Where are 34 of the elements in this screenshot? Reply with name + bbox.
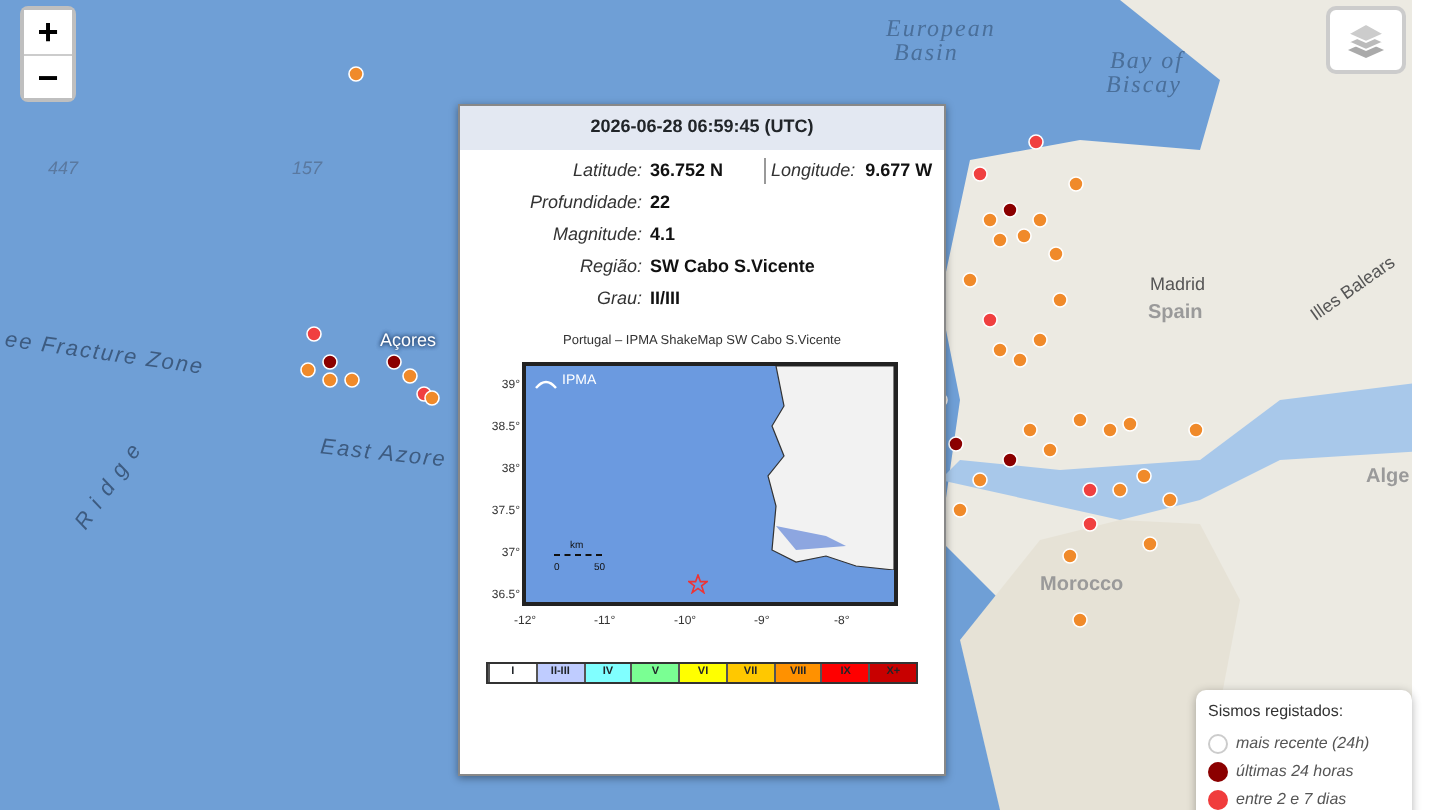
zoom-out-button[interactable]: − <box>24 54 72 98</box>
legend-title: Sismos registados: <box>1208 700 1346 724</box>
map-label: Biscay <box>1106 72 1182 96</box>
field-label: Latitude: <box>570 157 644 184</box>
map-label: Alge <box>1366 468 1410 488</box>
field-value: 9.677 W <box>865 157 933 184</box>
field-value: II/III <box>650 285 681 312</box>
popup-title: 2026-06-28 06:59:45 (UTC) <box>460 106 944 149</box>
map-label: Açores <box>380 332 437 350</box>
field-value: 36.752 N <box>650 157 724 184</box>
legend-label: mais recente (24h) <box>1236 732 1370 756</box>
map-label: European <box>886 16 996 40</box>
legend-label: últimas 24 horas <box>1236 760 1354 784</box>
field-label: Grau: <box>594 285 644 312</box>
map-label: East Azore <box>319 437 448 473</box>
map-label: ee Fracture Zone <box>3 330 206 380</box>
wave-logo-icon <box>534 377 558 389</box>
epicenter-star-icon <box>688 574 708 595</box>
map-label: Madrid <box>1150 276 1206 294</box>
map-label: Morocco <box>1040 576 1124 596</box>
field-value: 22 <box>650 189 671 216</box>
field-label: Profundidade: <box>527 189 644 216</box>
field-label: Magnitude: <box>550 221 644 248</box>
map-label: Spain <box>1148 304 1203 324</box>
field-label: Região: <box>577 253 644 280</box>
map-label: R i d g e <box>72 439 148 535</box>
legend-label: entre 2 e 7 dias <box>1236 788 1347 810</box>
layers-button[interactable] <box>1326 6 1406 74</box>
map-label: Bay of <box>1110 48 1184 72</box>
field-value: SW Cabo S.Vicente <box>650 253 815 280</box>
map-label: Basin <box>894 40 959 64</box>
scale-bar <box>554 554 602 557</box>
field-value: 4.1 <box>650 221 676 248</box>
field-label: Longitude: <box>763 157 862 185</box>
